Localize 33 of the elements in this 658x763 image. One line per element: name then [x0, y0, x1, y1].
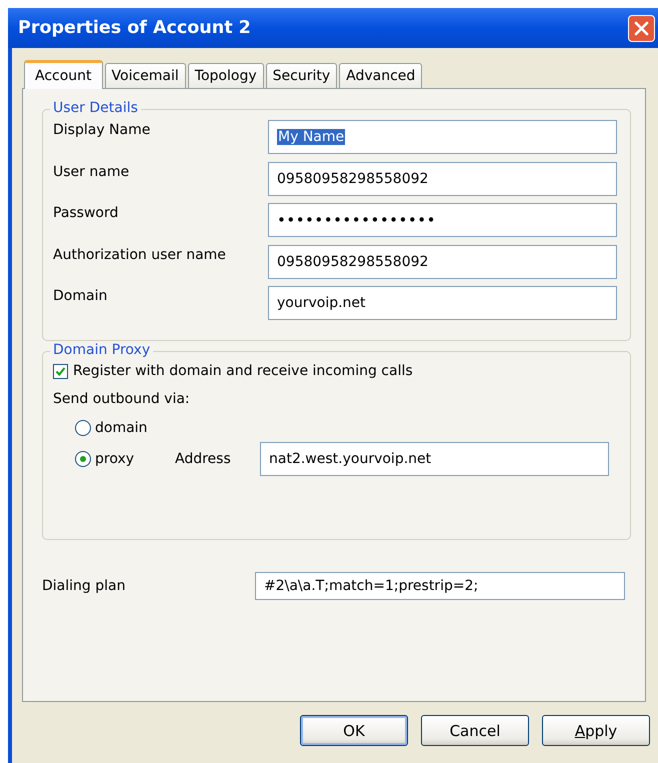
- field-label: Display Name: [53, 121, 152, 138]
- field-label: User name: [53, 162, 130, 180]
- tab[interactable]: Topology: [188, 63, 264, 88]
- dialog-button[interactable]: Apply: [542, 715, 650, 746]
- input-field[interactable]: yourvoip.net: [268, 286, 617, 320]
- tab[interactable]: Account: [24, 60, 103, 89]
- input-field[interactable]: •••••••••••••••••: [268, 203, 617, 237]
- radio-button[interactable]: [75, 451, 91, 467]
- close-icon: [634, 20, 649, 36]
- input-field[interactable]: My Name: [268, 120, 617, 154]
- input-field[interactable]: nat2.west.yourvoip.net: [260, 442, 609, 476]
- input-field[interactable]: #2\a\a.T;match=1;prestrip=2;: [255, 572, 625, 600]
- field-label: Authorization user name: [53, 246, 227, 262]
- checkbox-label: Register with domain and receive incoming calls: [73, 363, 413, 379]
- section-label: Send outbound via:: [53, 391, 191, 407]
- radio-button[interactable]: [75, 420, 91, 436]
- tab[interactable]: Voicemail: [104, 63, 186, 88]
- field-label: Address: [175, 451, 232, 467]
- window-title: Properties of Account 2: [18, 18, 251, 38]
- radio-label: domain: [95, 420, 148, 436]
- checkbox[interactable]: [53, 364, 68, 378]
- close-button[interactable]: [628, 14, 655, 42]
- tab[interactable]: Advanced: [339, 63, 422, 88]
- input-field[interactable]: 09580958298558092: [268, 162, 617, 196]
- field-label: Domain: [53, 287, 108, 304]
- dialog-button[interactable]: OK: [300, 715, 408, 746]
- radio-label: proxy: [95, 451, 136, 467]
- field-label: Password: [53, 204, 120, 221]
- dialog-button[interactable]: Cancel: [421, 715, 529, 746]
- input-field[interactable]: 09580958298558092: [268, 244, 617, 278]
- group-title: Domain Proxy: [50, 342, 154, 358]
- field-label: Dialing plan: [42, 578, 126, 594]
- tab[interactable]: Security: [266, 63, 338, 88]
